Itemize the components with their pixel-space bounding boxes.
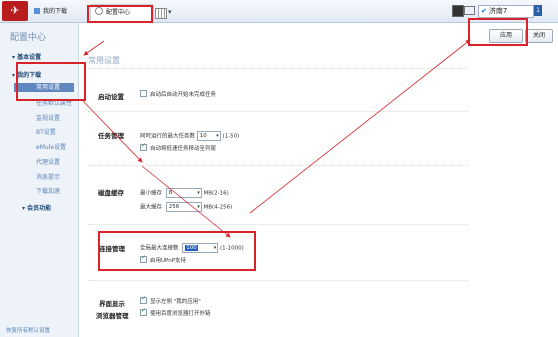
annotation-arrows	[81, 39, 471, 238]
arrow-sidebar-to-task	[81, 99, 143, 163]
arrow-task-to-connection	[141, 165, 231, 238]
arrow-to-apply	[249, 39, 471, 214]
arrow-tab-to-sidebar	[83, 40, 105, 56]
